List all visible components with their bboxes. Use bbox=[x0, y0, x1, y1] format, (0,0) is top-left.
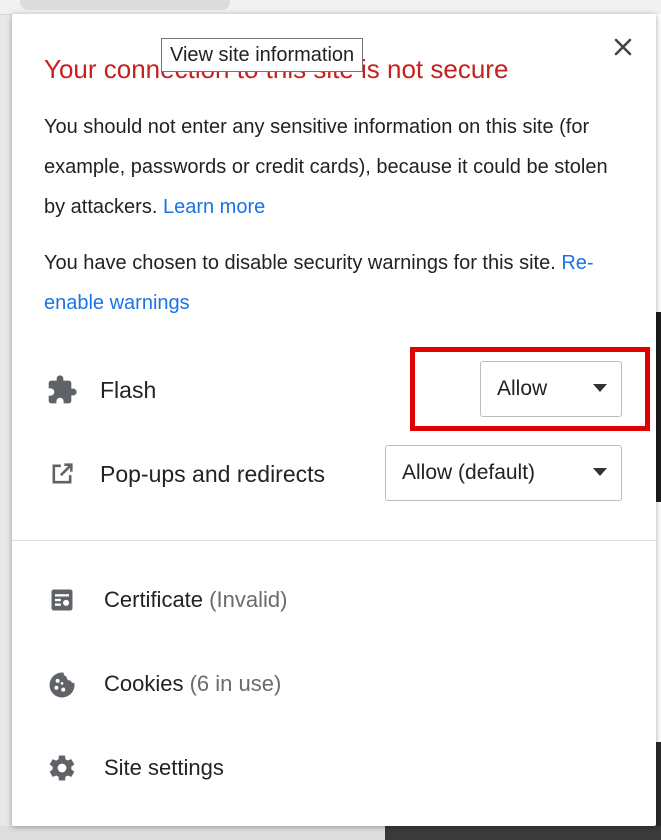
gear-icon bbox=[42, 748, 82, 788]
menu-label: Site settings bbox=[104, 755, 224, 780]
cookies-item[interactable]: Cookies (6 in use) bbox=[42, 659, 622, 709]
menu-label: Cookies (6 in use) bbox=[104, 671, 282, 696]
site-info-popup: Your connection to this site is not secu… bbox=[12, 14, 656, 826]
external-link-icon bbox=[42, 454, 82, 494]
menu-detail: (6 in use) bbox=[189, 671, 282, 696]
permission-label: Pop-ups and redirects bbox=[100, 460, 326, 487]
site-info-tooltip: View site information bbox=[161, 38, 364, 72]
page-image bbox=[385, 826, 661, 840]
highlight-box bbox=[410, 347, 650, 431]
disabled-message: You have chosen to disable security warn… bbox=[44, 252, 556, 274]
menu-label: Certificate (Invalid) bbox=[104, 587, 288, 612]
puzzle-icon bbox=[42, 370, 82, 410]
site-settings-item[interactable]: Site settings bbox=[42, 743, 622, 793]
browser-tab[interactable] bbox=[20, 0, 230, 10]
close-icon bbox=[614, 38, 632, 56]
dropdown-arrow-icon bbox=[593, 468, 607, 476]
menu-detail: (Invalid) bbox=[209, 587, 288, 612]
section-divider bbox=[12, 540, 656, 541]
select-value: Allow (default) bbox=[402, 461, 536, 484]
permission-label: Flash bbox=[100, 376, 157, 403]
disabled-warnings-text: You have chosen to disable security warn… bbox=[44, 243, 634, 323]
insecure-warning-text: You should not enter any sensitive infor… bbox=[44, 107, 634, 227]
popups-permission-select[interactable]: Allow (default) bbox=[385, 445, 622, 501]
cookie-icon bbox=[42, 664, 82, 704]
warning-message: You should not enter any sensitive infor… bbox=[44, 116, 608, 218]
close-button[interactable] bbox=[608, 32, 638, 62]
certificate-icon bbox=[42, 580, 82, 620]
learn-more-link[interactable]: Learn more bbox=[163, 196, 265, 218]
certificate-item[interactable]: Certificate (Invalid) bbox=[42, 575, 622, 625]
